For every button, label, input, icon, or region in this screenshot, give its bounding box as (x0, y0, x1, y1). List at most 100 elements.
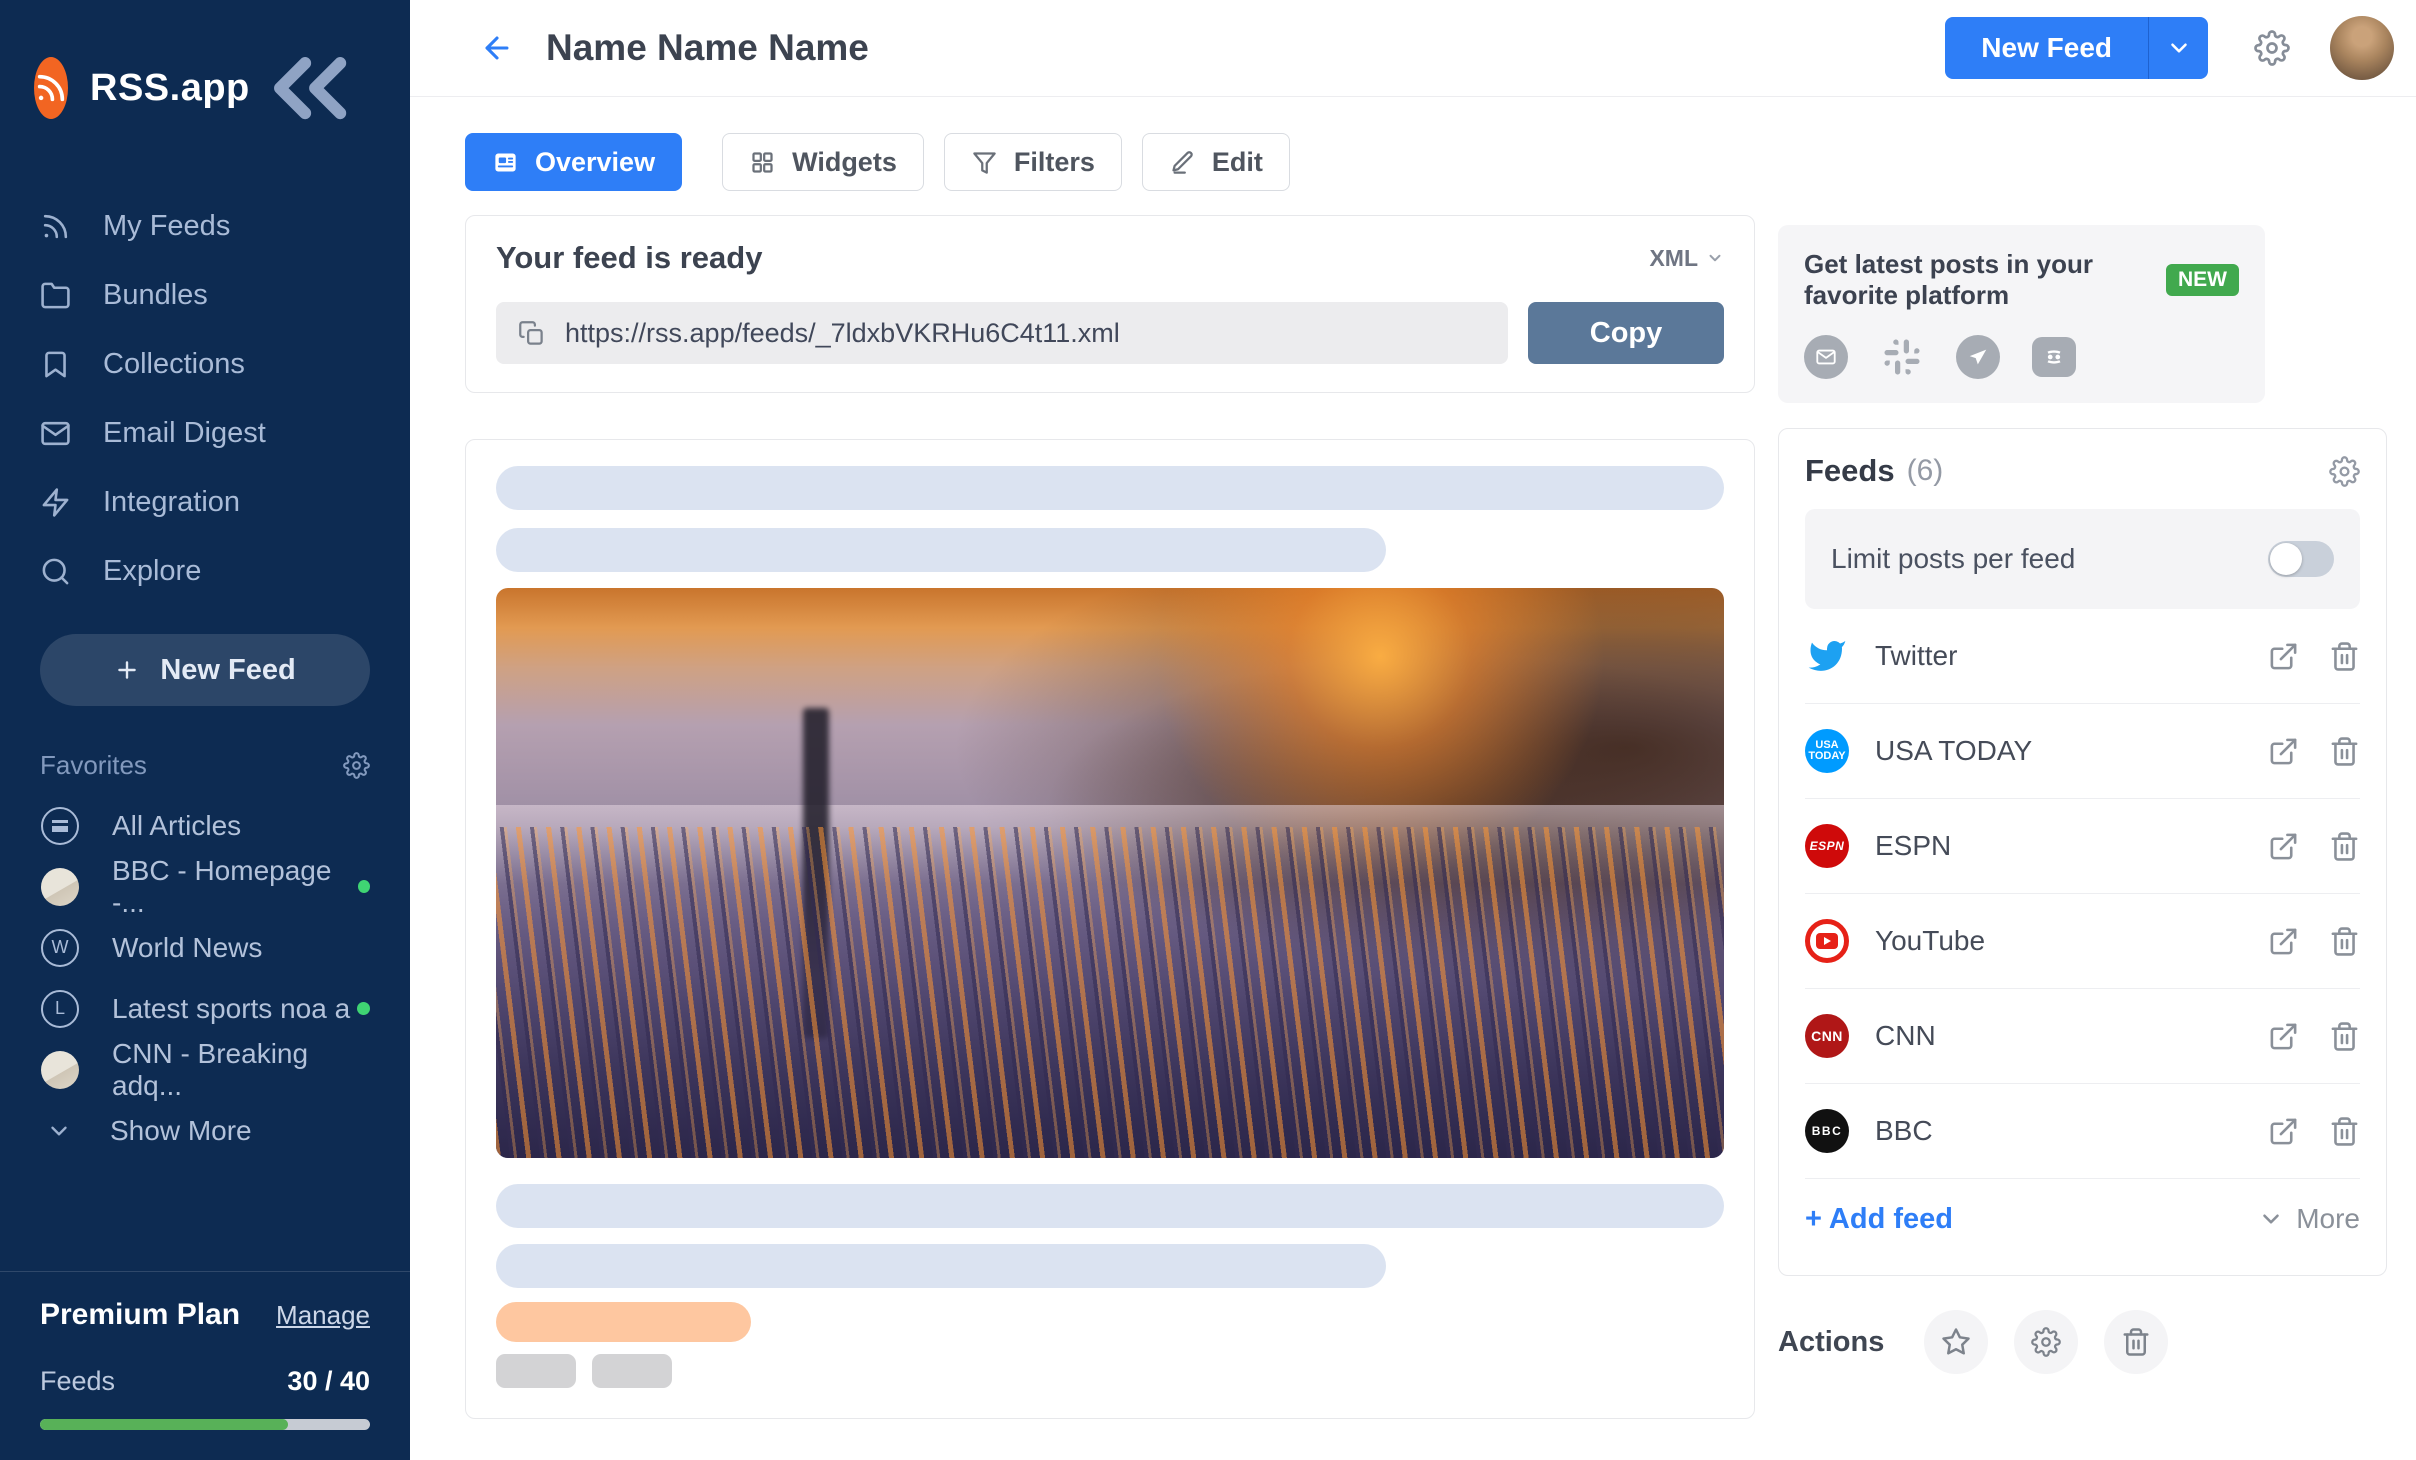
feeds-usage-value: 30 / 40 (287, 1366, 370, 1396)
feed-name: CNN (1875, 1020, 1936, 1051)
feed-row-bbc: BBC BBC (1805, 1084, 2360, 1179)
twitter-icon (1805, 634, 1849, 678)
tab-widgets[interactable]: Widgets (722, 133, 924, 191)
sidebar-item-my-feeds[interactable]: My Feeds (0, 192, 410, 261)
platform-promo-card: Get latest posts in your favorite platfo… (1778, 225, 2265, 403)
external-link-icon[interactable] (2268, 641, 2299, 672)
zap-icon (40, 487, 71, 518)
feed-settings-button[interactable] (2014, 1310, 2079, 1374)
limit-posts-toggle[interactable] (2268, 541, 2334, 577)
nav-label: Explore (103, 555, 202, 588)
external-link-icon[interactable] (2268, 926, 2299, 957)
sidebar-item-bundles[interactable]: Bundles (0, 261, 410, 330)
external-link-icon[interactable] (2268, 1021, 2299, 1052)
feed-name: ESPN (1875, 830, 1952, 861)
back-button[interactable] (480, 31, 514, 65)
favorite-label: World News (112, 931, 263, 963)
user-avatar[interactable] (2330, 16, 2394, 80)
tab-overview[interactable]: Overview (465, 133, 683, 191)
feed-preview-card (465, 439, 1755, 1419)
new-feed-dropdown-button[interactable] (2148, 17, 2208, 79)
feed-name: USA TODAY (1875, 735, 2033, 766)
external-link-icon[interactable] (2268, 736, 2299, 767)
favorites-header: Favorites (0, 750, 410, 781)
more-button[interactable]: More (2258, 1203, 2360, 1235)
new-feed-split-button: New Feed (1945, 17, 2208, 79)
feed-avatar (40, 867, 80, 907)
favorite-item-all-articles[interactable]: All Articles (0, 795, 410, 856)
nav-label: My Feeds (103, 210, 231, 243)
app-title: RSS.app (90, 66, 250, 109)
feeds-gear-icon[interactable] (2329, 455, 2360, 487)
copy-button[interactable]: Copy (1528, 302, 1724, 364)
trash-icon[interactable] (2329, 641, 2360, 672)
feed-name: BBC (1875, 1115, 1933, 1146)
letter-avatar: L (40, 989, 80, 1029)
new-feed-button[interactable]: New Feed (1945, 17, 2148, 79)
favorite-item-cnn[interactable]: CNN - Breaking adq... (0, 1038, 410, 1101)
external-link-icon[interactable] (2268, 831, 2299, 862)
show-more-button[interactable]: Show More (0, 1100, 410, 1161)
trash-icon[interactable] (2329, 736, 2360, 767)
gear-icon (2031, 1327, 2062, 1357)
right-panel: Get latest posts in your favorite platfo… (1778, 133, 2387, 1460)
folder-icon (40, 280, 71, 311)
feed-ready-card: Your feed is ready XML https://rss.app/f… (465, 215, 1755, 393)
feed-url-field[interactable]: https://rss.app/feeds/_7ldxbVKRHu6C4t11.… (496, 302, 1508, 364)
favorite-item-latest-sports[interactable]: L Latest sports noa a (0, 978, 410, 1039)
sidebar-item-email-digest[interactable]: Email Digest (0, 399, 410, 468)
trash-icon[interactable] (2329, 926, 2360, 957)
add-feed-link[interactable]: + Add feed (1805, 1203, 1953, 1236)
sidebar: RSS.app My Feeds Bundles Collections Ema… (0, 0, 410, 1460)
external-link-icon[interactable] (2268, 1116, 2299, 1147)
trash-icon (2121, 1327, 2151, 1357)
favorite-item-world-news[interactable]: W World News (0, 917, 410, 978)
tab-filters[interactable]: Filters (943, 133, 1122, 191)
chevron-down-icon (2258, 1206, 2284, 1232)
show-more-label: Show More (110, 1114, 252, 1146)
manage-plan-link[interactable]: Manage (276, 1300, 370, 1331)
email-icon[interactable] (1804, 335, 1848, 379)
letter-avatar: W (40, 928, 80, 968)
main-area: Name Name Name New Feed Overview Widgets… (410, 0, 2416, 1460)
settings-gear-icon[interactable] (2254, 30, 2290, 66)
format-dropdown[interactable]: XML (1649, 245, 1724, 272)
tab-edit[interactable]: Edit (1141, 133, 1290, 191)
trash-icon[interactable] (2329, 1116, 2360, 1147)
plan-title: Premium Plan (40, 1298, 241, 1331)
mail-icon (40, 418, 71, 449)
funnel-icon (971, 149, 998, 176)
delete-feed-button[interactable] (2104, 1310, 2169, 1374)
topbar: Name Name Name New Feed (410, 0, 2416, 97)
new-feed-label: New Feed (160, 653, 296, 686)
limit-posts-row: Limit posts per feed (1805, 509, 2360, 609)
sidebar-new-feed-button[interactable]: New Feed (40, 634, 370, 707)
collapse-sidebar-icon[interactable] (250, 28, 370, 148)
sidebar-item-integration[interactable]: Integration (0, 468, 410, 537)
telegram-icon[interactable] (1956, 335, 2000, 379)
unread-dot (357, 1002, 370, 1016)
feed-ready-heading: Your feed is ready (496, 240, 763, 275)
slack-icon[interactable] (1880, 335, 1924, 379)
tab-label: Overview (535, 146, 656, 177)
nav-label: Collections (103, 348, 245, 381)
favorites-gear-icon[interactable] (343, 752, 370, 780)
discord-icon[interactable] (2032, 335, 2076, 379)
search-icon (40, 556, 71, 587)
limit-posts-label: Limit posts per feed (1831, 543, 2076, 574)
trash-icon[interactable] (2329, 1021, 2360, 1052)
skeleton-title-bar (496, 466, 1724, 510)
feed-avatar (40, 1050, 80, 1090)
trash-icon[interactable] (2329, 831, 2360, 862)
content: Overview Widgets Filters Edit Your feed … (410, 97, 2416, 1460)
sidebar-item-explore[interactable]: Explore (0, 537, 410, 606)
feed-name: YouTube (1875, 925, 1986, 956)
favorite-item-bbc[interactable]: BBC - Homepage -... (0, 855, 410, 918)
feed-name: Twitter (1875, 640, 1958, 671)
feed-url-text: https://rss.app/feeds/_7ldxbVKRHu6C4t11.… (565, 317, 1120, 348)
feeds-usage-progressbar (40, 1419, 370, 1430)
sidebar-item-collections[interactable]: Collections (0, 330, 410, 399)
rss-logo-icon (34, 57, 68, 120)
favorite-star-button[interactable] (1924, 1310, 1989, 1374)
cnn-logo: CNN (1805, 1014, 1849, 1058)
